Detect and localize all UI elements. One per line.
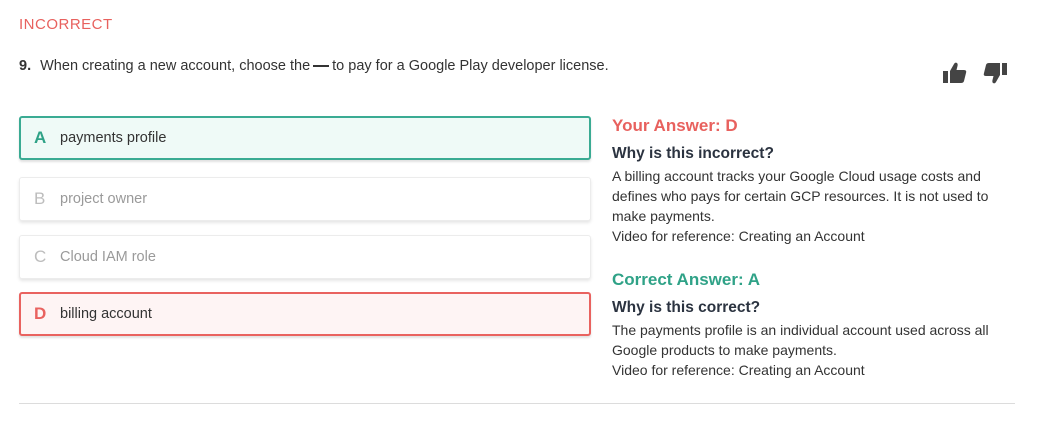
why-correct-title: Why is this correct?: [612, 299, 761, 316]
thumbs-down-button[interactable]: [983, 62, 1007, 84]
answer-option-b[interactable]: B project owner: [19, 177, 591, 221]
thumbs-down-icon: [983, 63, 1007, 84]
answer-option-c[interactable]: C Cloud IAM role: [19, 235, 591, 279]
thumbs-up-icon: [943, 62, 967, 83]
correct-explanation: The payments profile is an individual ac…: [612, 322, 989, 358]
option-text: payments profile: [60, 130, 167, 146]
incorrect-video-reference: Video for reference: Creating an Account: [612, 228, 865, 244]
correct-answer-heading: Correct Answer: A: [612, 270, 760, 289]
section-divider: [19, 403, 1015, 404]
correct-answer-panel: Correct Answer: A Why is this correct? T…: [612, 270, 1012, 380]
question-text-before: When creating a new account, choose the: [40, 58, 311, 74]
thumbs-up-button[interactable]: [943, 62, 967, 84]
correct-video-reference: Video for reference: Creating an Account: [612, 362, 865, 378]
why-incorrect-title: Why is this incorrect?: [612, 145, 774, 162]
question-blank: [313, 65, 330, 67]
option-text: project owner: [60, 191, 148, 207]
option-letter: D: [34, 304, 47, 323]
answer-option-a[interactable]: A payments profile: [19, 116, 591, 160]
incorrect-explanation: A billing account tracks your Google Clo…: [612, 168, 989, 224]
question-text-after: to pay for a Google Play developer licen…: [332, 58, 609, 74]
option-letter: B: [34, 189, 46, 208]
your-answer-heading: Your Answer: D: [612, 116, 738, 135]
answer-option-d[interactable]: D billing account: [19, 292, 591, 336]
option-letter: C: [34, 247, 47, 266]
option-text: billing account: [60, 306, 152, 322]
result-status: INCORRECT: [19, 16, 113, 33]
question-text: 9. When creating a new account, choose t…: [19, 58, 609, 74]
option-text: Cloud IAM role: [60, 249, 156, 265]
option-letter: A: [34, 128, 47, 147]
your-answer-panel: Your Answer: D Why is this incorrect? A …: [612, 116, 1012, 246]
question-number: 9.: [19, 58, 32, 74]
